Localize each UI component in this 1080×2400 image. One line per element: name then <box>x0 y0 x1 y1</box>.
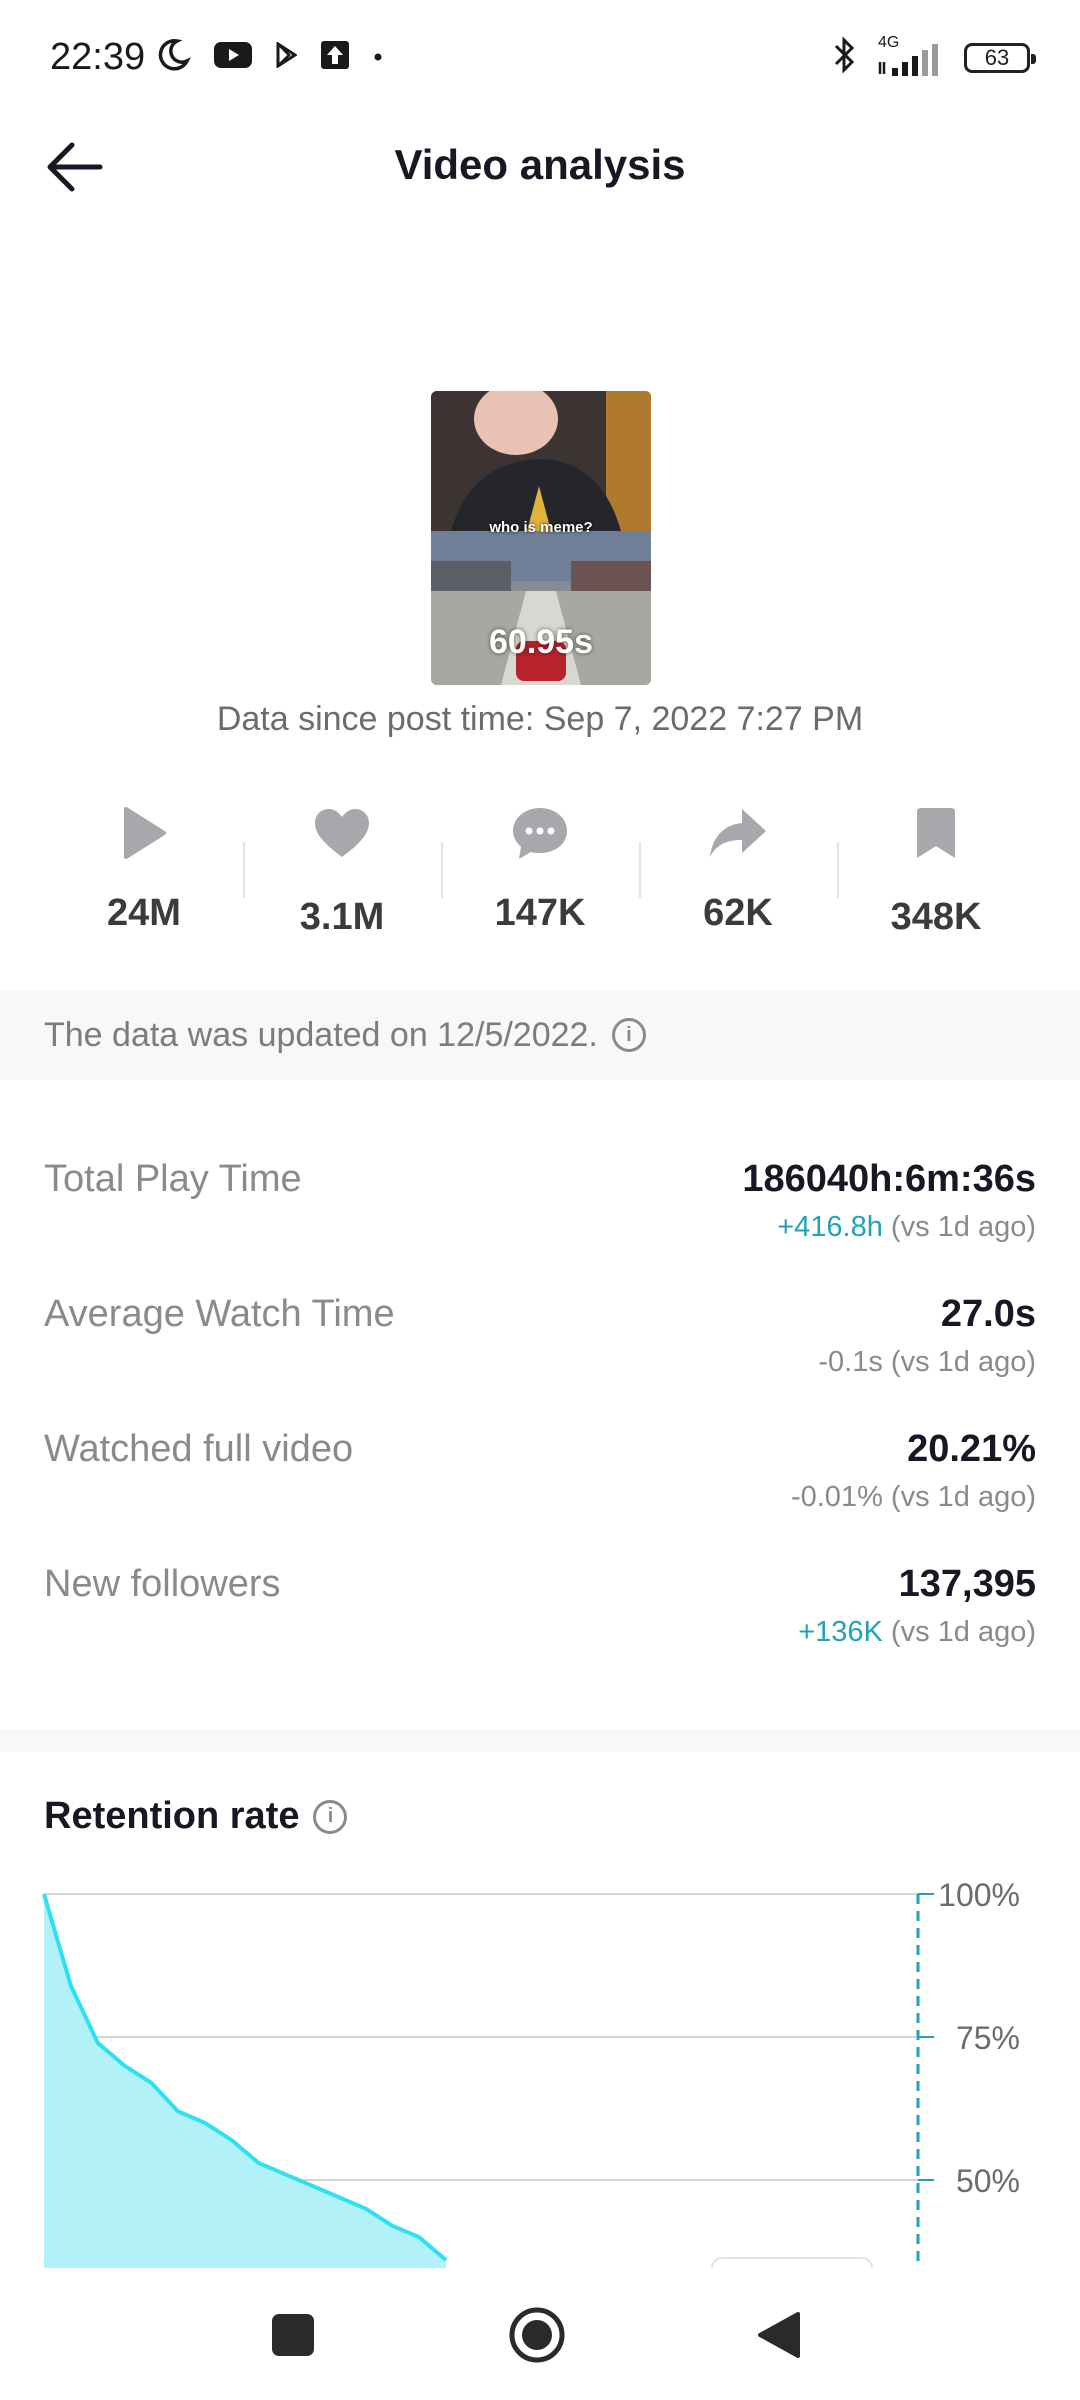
circle-icon <box>509 2307 565 2363</box>
stat-value: 24M <box>107 892 181 934</box>
info-icon[interactable]: i <box>611 1018 646 1052</box>
youtube-icon <box>213 40 253 75</box>
heart-icon <box>313 800 371 866</box>
retention-header: Retention rate i <box>44 1795 348 1838</box>
metric-delta: +136K <box>798 1616 883 1648</box>
metric-average-watch-time: Average Watch Time 27.0s -0.1s (vs 1d ag… <box>44 1285 1036 1420</box>
metric-delta: +416.8h <box>777 1211 883 1243</box>
header: Video analysis <box>0 115 1080 215</box>
info-icon[interactable]: i <box>313 1799 348 1834</box>
metric-value: 20.21% <box>907 1428 1036 1470</box>
metric-compare: (vs 1d ago) <box>890 1481 1036 1513</box>
metric-compare: (vs 1d ago) <box>890 1211 1036 1243</box>
arrow-left-icon <box>47 142 103 192</box>
metric-label: Total Play Time <box>44 1158 302 1200</box>
stat-saves: 348K <box>837 800 1035 950</box>
status-icons-right: 4G 63 <box>832 34 1036 79</box>
status-time: 22:39 <box>50 36 146 78</box>
metric-value: 186040h:6m:36s <box>742 1158 1036 1200</box>
stat-views: 24M <box>45 800 243 950</box>
home-button[interactable] <box>508 2306 566 2369</box>
stat-comments: 147K <box>441 800 639 950</box>
metric-label: New followers <box>44 1563 281 1605</box>
triangle-back-icon <box>758 2312 800 2358</box>
metric-label: Watched full video <box>44 1428 354 1470</box>
thumbnail-caption: who is meme? <box>489 519 593 536</box>
y-tick-label: 75% <box>956 2020 1020 2056</box>
stat-value: 147K <box>494 892 586 934</box>
metric-change: -0.1s (vs 1d ago) <box>818 1346 1036 1379</box>
post-time: Data since post time: Sep 7, 2022 7:27 P… <box>216 700 864 738</box>
stat-shares: 62K <box>639 800 837 950</box>
bookmark-icon <box>915 800 957 866</box>
metrics-list: Total Play Time 186040h:6m:36s +416.8h (… <box>44 1150 1036 1690</box>
metric-watched-full-video: Watched full video 20.21% -0.01% (vs 1d … <box>44 1420 1036 1555</box>
retention-area <box>44 1894 446 2270</box>
metric-total-play-time: Total Play Time 186040h:6m:36s +416.8h (… <box>44 1150 1036 1285</box>
metric-compare: (vs 1d ago) <box>890 1346 1036 1378</box>
metric-label: Average Watch Time <box>44 1293 395 1335</box>
metric-value: 27.0s <box>940 1293 1036 1335</box>
metric-new-followers: New followers 137,395 +136K (vs 1d ago) <box>44 1555 1036 1690</box>
y-tick-label: 100% <box>938 1877 1020 1913</box>
stat-value: 62K <box>703 892 773 934</box>
retention-chart-svg: 100% 75% 50% <box>42 1877 1020 2270</box>
metric-value: 137,395 <box>898 1563 1036 1605</box>
metric-change: -0.01% (vs 1d ago) <box>791 1481 1036 1514</box>
metric-change: +416.8h (vs 1d ago) <box>777 1211 1036 1244</box>
play-icon <box>120 800 168 866</box>
battery-icon: 63 <box>964 42 1036 73</box>
status-icons-left <box>155 37 383 78</box>
y-tick-label: 50% <box>956 2163 1020 2199</box>
signal-icon: 4G <box>876 34 946 78</box>
page-title: Video analysis <box>394 141 686 188</box>
back-nav-button[interactable] <box>756 2310 802 2365</box>
stat-value: 3.1M <box>299 896 385 938</box>
stat-likes: 3.1M <box>243 800 441 950</box>
thumbnail-top-frame <box>431 391 651 531</box>
square-icon <box>272 2314 314 2356</box>
battery-level: 63 <box>984 44 1010 70</box>
metric-delta: -0.1s <box>818 1346 883 1378</box>
retention-chart: 100% 75% 50% <box>0 1870 1080 2270</box>
status-bar: 22:39 4G 63 <box>0 0 1080 115</box>
video-thumbnail[interactable]: who is meme? 60.95s <box>431 391 651 685</box>
bluetooth-icon <box>832 36 858 79</box>
engagement-stats: 24M 3.1M 147K 62K 348K <box>45 800 1035 950</box>
moon-icon <box>155 37 191 78</box>
metric-change: +136K (vs 1d ago) <box>798 1616 1036 1649</box>
update-text: The data was updated on 12/5/2022. <box>44 1015 598 1054</box>
stat-value: 348K <box>890 896 982 938</box>
update-banner: The data was updated on 12/5/2022. i <box>0 990 1080 1080</box>
video-duration: 60.95s <box>489 623 593 661</box>
comment-icon <box>511 800 569 866</box>
play-store-icon <box>275 41 298 73</box>
dot-icon <box>373 49 383 67</box>
retention-title: Retention rate <box>44 1795 300 1837</box>
system-nav-bar <box>0 2268 1080 2400</box>
metric-delta: -0.01% <box>790 1481 883 1513</box>
metric-compare: (vs 1d ago) <box>890 1616 1036 1648</box>
section-divider <box>0 1730 1080 1752</box>
upload-icon <box>319 39 351 76</box>
recents-button[interactable] <box>270 2312 316 2363</box>
share-icon <box>708 800 768 866</box>
back-button[interactable] <box>44 139 104 195</box>
